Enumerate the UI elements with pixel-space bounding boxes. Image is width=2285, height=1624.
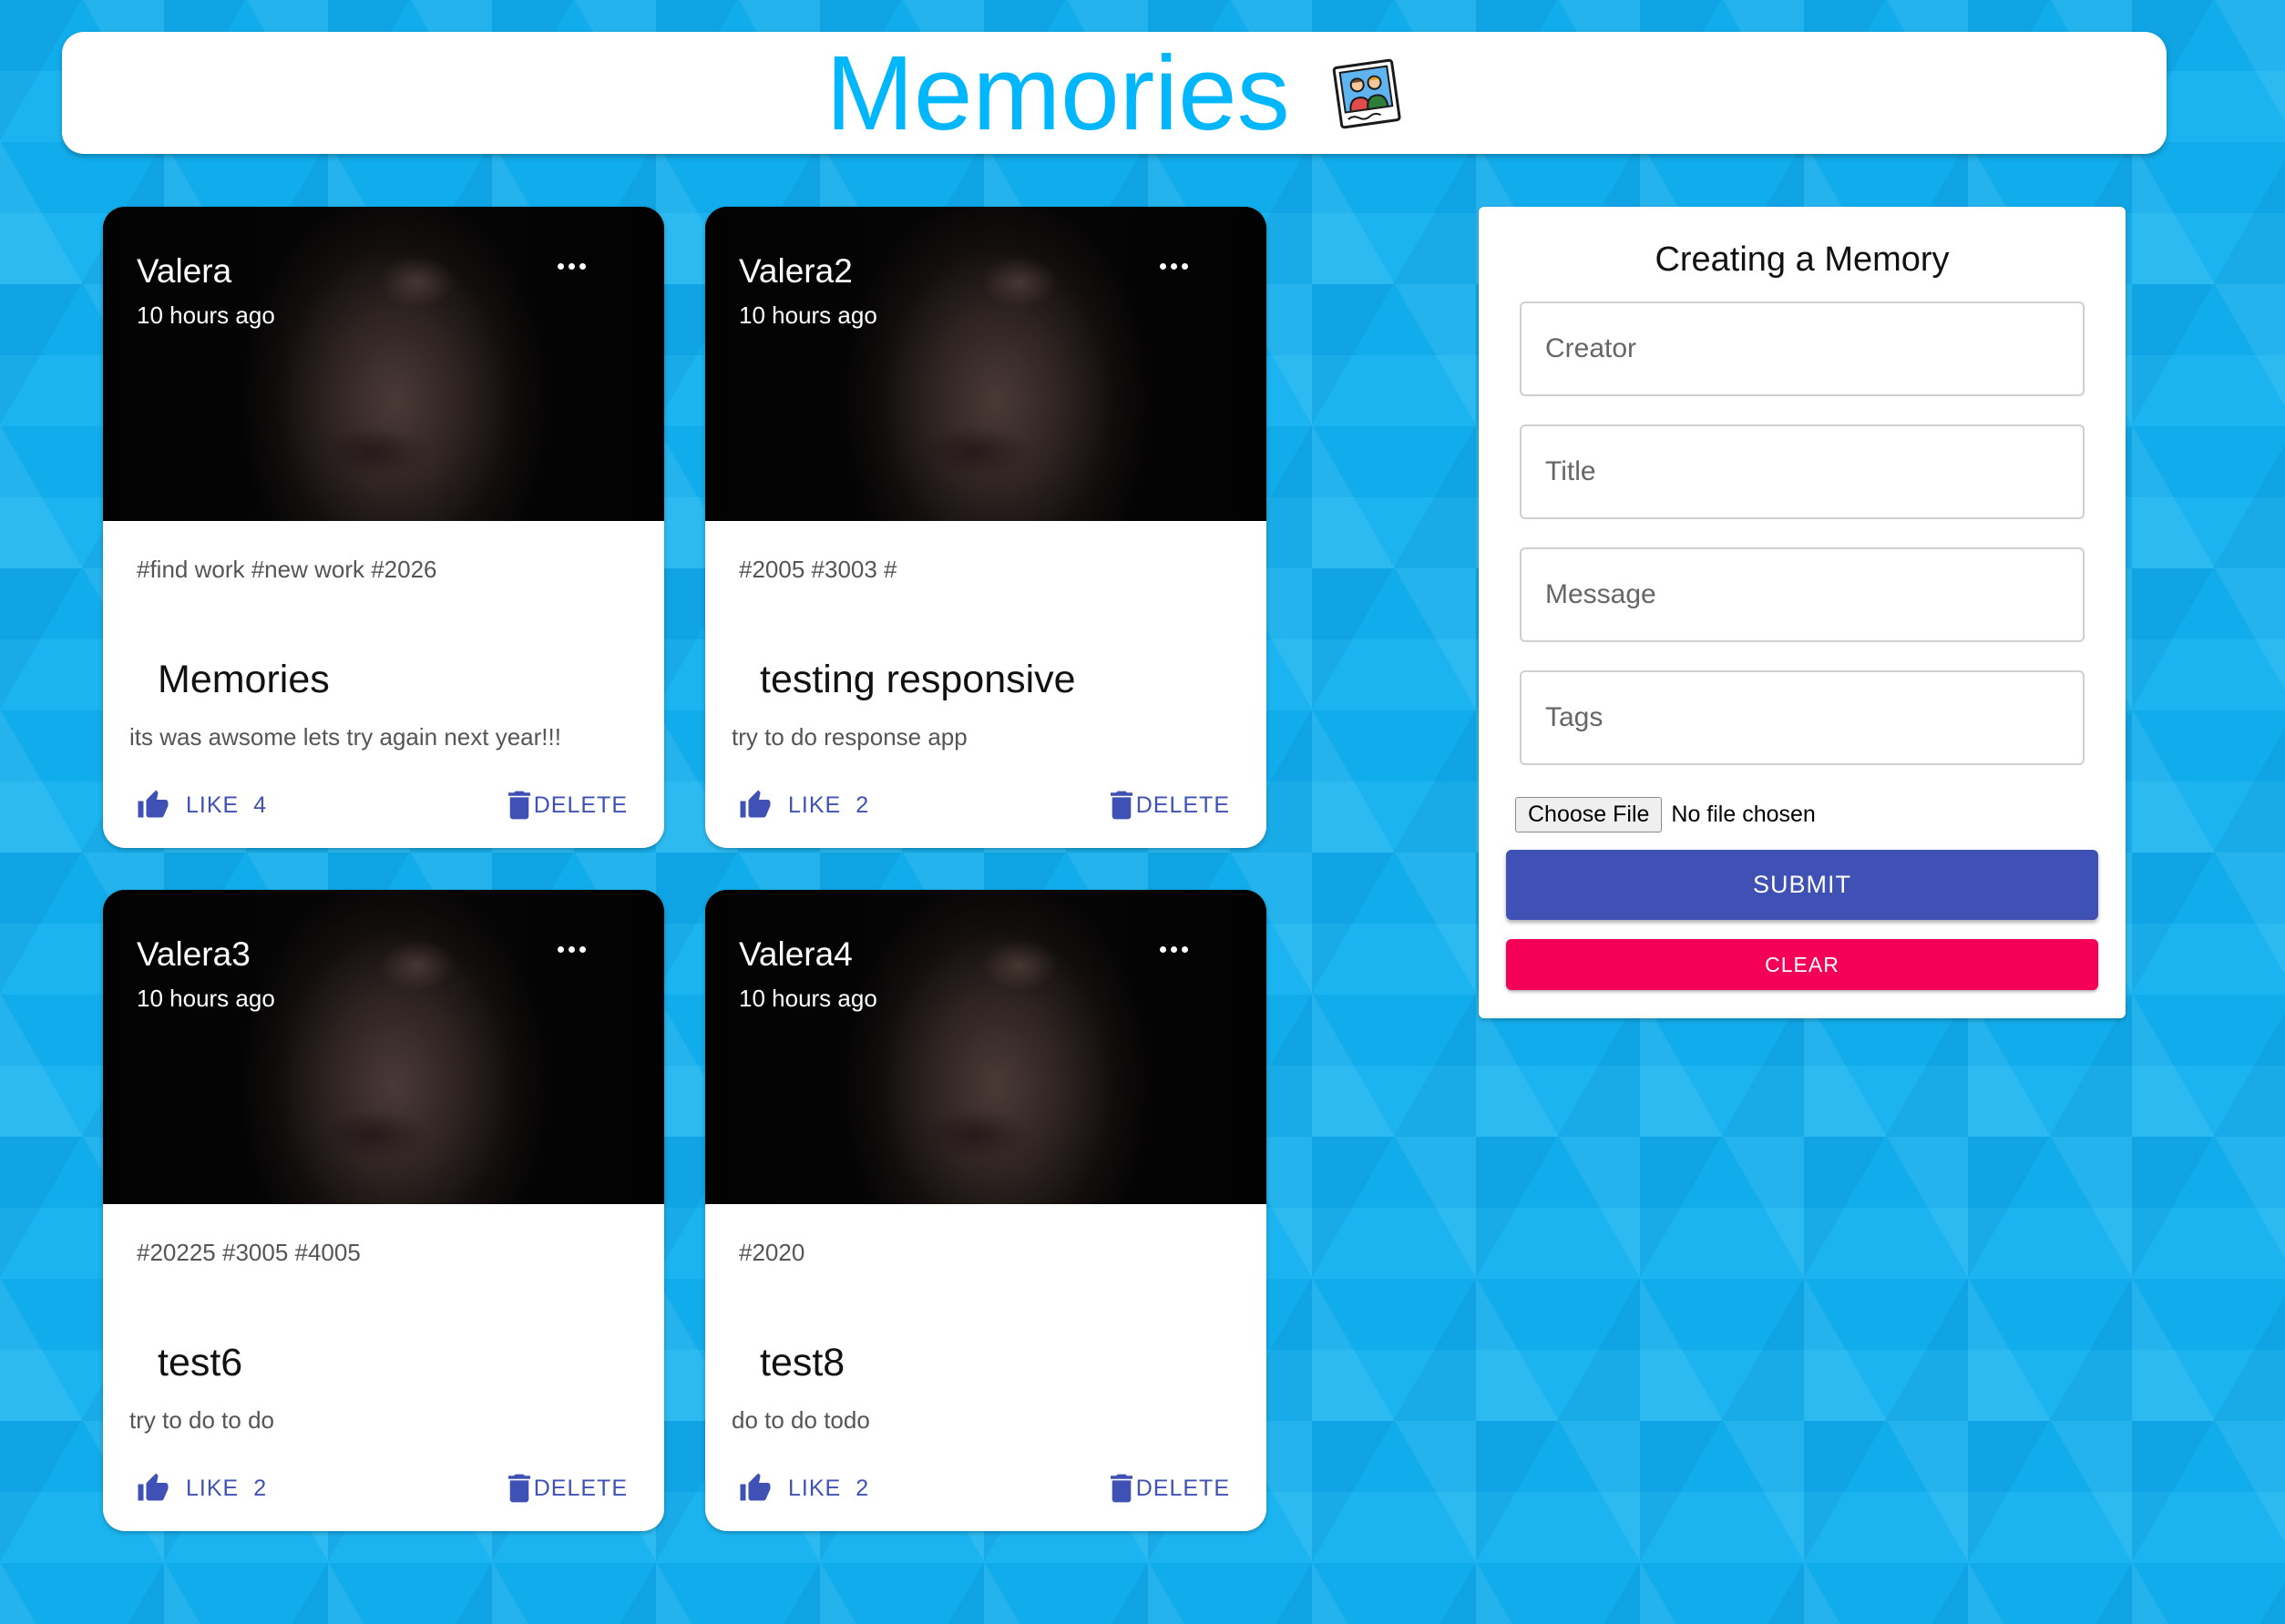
like-count: 2 xyxy=(856,792,870,818)
thumb-up-icon xyxy=(740,790,771,818)
like-count: 4 xyxy=(253,792,268,818)
trash-icon xyxy=(1110,791,1132,820)
delete-button[interactable]: DELETE xyxy=(507,1470,628,1507)
file-status: No file chosen xyxy=(1671,802,1816,827)
card-message: do to do todo xyxy=(732,1406,870,1434)
tags-field[interactable] xyxy=(1520,670,2085,765)
card-tags: #2020 xyxy=(739,1239,805,1266)
card-message: try to do to do xyxy=(129,1406,274,1434)
more-options-icon[interactable] xyxy=(552,257,590,275)
message-input[interactable] xyxy=(1522,549,2083,640)
card-tags: #20225 #3005 #4005 xyxy=(137,1239,361,1266)
card-tags: #find work #new work #2026 xyxy=(137,556,437,583)
file-input: Choose File No file chosen xyxy=(1515,797,1816,832)
memories-photo-icon xyxy=(1330,56,1403,129)
choose-file-button[interactable]: Choose File xyxy=(1515,797,1663,832)
card-creator: Valera xyxy=(137,252,232,290)
card-title: test6 xyxy=(158,1341,243,1384)
card-time: 10 hours ago xyxy=(137,301,275,329)
app-title: Memories xyxy=(825,34,1290,152)
card-title: test8 xyxy=(760,1341,845,1384)
delete-label: DELETE xyxy=(533,1475,628,1501)
trash-icon xyxy=(507,1474,530,1503)
card-title: testing responsive xyxy=(760,658,1076,701)
more-options-icon[interactable] xyxy=(1154,257,1193,275)
memory-card: Valera4 10 hours ago #2020 test8 do to d… xyxy=(705,890,1266,1531)
card-time: 10 hours ago xyxy=(137,985,275,1012)
like-button[interactable]: LIKE 4 xyxy=(137,787,267,823)
card-time: 10 hours ago xyxy=(739,301,877,329)
card-creator: Valera4 xyxy=(739,935,853,973)
like-label: LIKE xyxy=(186,1475,240,1501)
creator-input[interactable] xyxy=(1522,303,2083,394)
delete-button[interactable]: DELETE xyxy=(507,787,628,823)
clear-button[interactable]: CLEAR xyxy=(1506,939,2098,990)
memory-card: Valera3 10 hours ago #20225 #3005 #4005 … xyxy=(103,890,664,1531)
message-field[interactable] xyxy=(1520,547,2085,642)
thumb-up-icon xyxy=(138,1473,169,1501)
title-field[interactable] xyxy=(1520,424,2085,519)
form-heading: Creating a Memory xyxy=(1655,240,1950,279)
memory-card: Valera2 10 hours ago #2005 #3003 # testi… xyxy=(705,207,1266,848)
like-button[interactable]: LIKE 2 xyxy=(137,1470,267,1507)
card-tags: #2005 #3003 # xyxy=(739,556,897,583)
app-bar: Memories xyxy=(62,32,2167,154)
delete-button[interactable]: DELETE xyxy=(1110,1470,1230,1507)
card-time: 10 hours ago xyxy=(739,985,877,1012)
like-button[interactable]: LIKE 2 xyxy=(739,787,869,823)
thumb-up-icon xyxy=(740,1473,771,1501)
like-label: LIKE xyxy=(788,792,842,818)
delete-label: DELETE xyxy=(1135,792,1230,818)
title-input[interactable] xyxy=(1522,426,2083,517)
more-options-icon[interactable] xyxy=(552,940,590,958)
delete-button[interactable]: DELETE xyxy=(1110,787,1230,823)
tags-input[interactable] xyxy=(1522,672,2083,763)
like-count: 2 xyxy=(253,1475,268,1501)
creator-field[interactable] xyxy=(1520,301,2085,396)
like-button[interactable]: LIKE 2 xyxy=(739,1470,869,1507)
like-label: LIKE xyxy=(788,1475,842,1501)
more-options-icon[interactable] xyxy=(1154,940,1193,958)
trash-icon xyxy=(1110,1474,1132,1503)
like-label: LIKE xyxy=(186,792,240,818)
card-message: its was awsome lets try again next year!… xyxy=(129,723,561,751)
card-creator: Valera3 xyxy=(137,935,251,973)
delete-label: DELETE xyxy=(533,792,628,818)
thumb-up-icon xyxy=(138,790,169,818)
submit-button[interactable]: SUBMIT xyxy=(1506,850,2098,920)
memory-card: Valera 10 hours ago #find work #new work… xyxy=(103,207,664,848)
card-message: try to do response app xyxy=(732,723,968,751)
like-count: 2 xyxy=(856,1475,870,1501)
delete-label: DELETE xyxy=(1135,1475,1230,1501)
card-title: Memories xyxy=(158,658,330,701)
create-memory-form: Creating a Memory Choose File No file ch… xyxy=(1479,207,2126,1018)
trash-icon xyxy=(507,791,530,820)
card-creator: Valera2 xyxy=(739,252,853,290)
